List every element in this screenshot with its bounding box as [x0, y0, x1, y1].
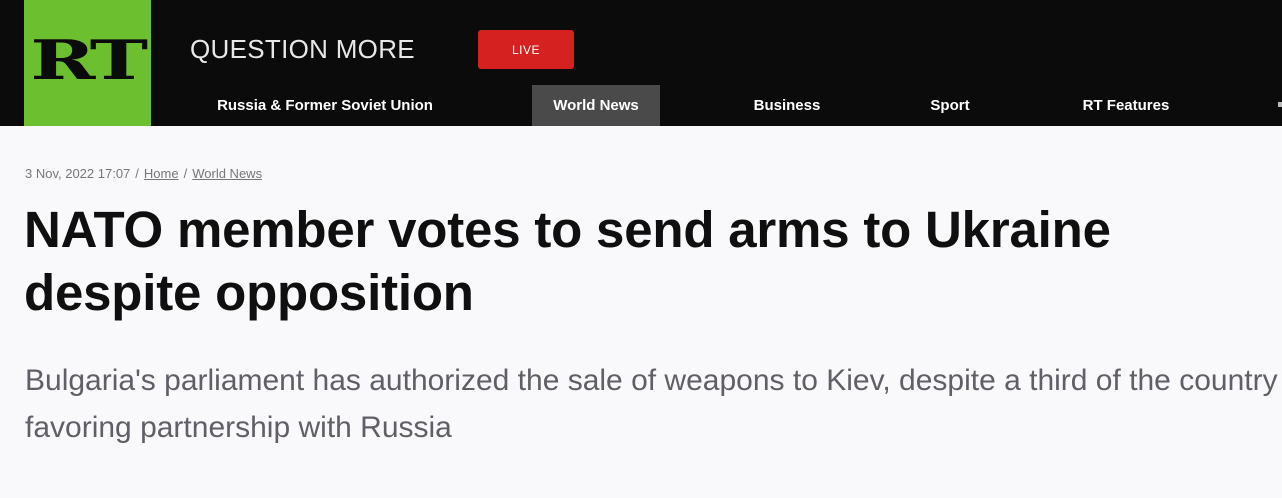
nav-item-world-news[interactable]: World News: [532, 85, 660, 126]
breadcrumb-separator: /: [135, 166, 139, 181]
article-date: 3 Nov, 2022 17:07: [25, 166, 131, 181]
site-header: RT QUESTION MORE LIVE Russia & Former So…: [0, 0, 1282, 126]
breadcrumb-separator: /: [183, 166, 188, 181]
nav-item-rt-features[interactable]: RT Features: [1060, 85, 1192, 126]
breadcrumb-home-link[interactable]: Home: [144, 166, 179, 181]
breadcrumb: 3 Nov, 2022 17:07 / Home / World News: [25, 166, 262, 181]
breadcrumb-world-news-link[interactable]: World News: [192, 166, 262, 181]
tagline: QUESTION MORE: [190, 34, 415, 64]
article-summary: Bulgaria's parliament has authorized the…: [25, 364, 1278, 444]
nav-item-russia-former-soviet-union[interactable]: Russia & Former Soviet Union: [190, 85, 460, 126]
nav-item-business[interactable]: Business: [726, 85, 848, 126]
article-headline: NATO member votes to send arms to Ukrain…: [24, 201, 1111, 321]
nav-overflow-indicator: [1278, 102, 1282, 107]
live-button[interactable]: LIVE: [478, 30, 574, 69]
logo-text: RT: [30, 28, 149, 92]
rt-logo[interactable]: RT: [24, 0, 151, 126]
nav-item-sport[interactable]: Sport: [904, 85, 996, 126]
